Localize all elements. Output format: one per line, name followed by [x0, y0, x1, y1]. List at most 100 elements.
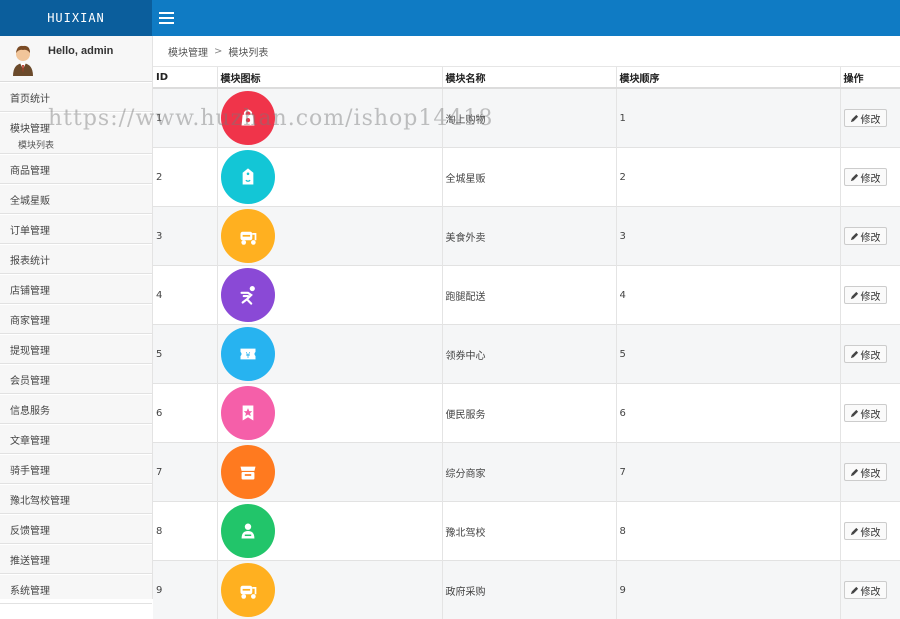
cell-name: 便民服务 — [442, 384, 616, 443]
sidebar-item[interactable]: 反馈管理 — [0, 514, 152, 544]
sidebar-item[interactable]: 商家管理 — [0, 304, 152, 334]
cell-order: 3 — [616, 207, 840, 266]
table-row: 9政府采购9修改 — [153, 561, 900, 619]
cell-icon — [217, 266, 442, 325]
shopping-bag-icon — [221, 91, 275, 145]
table-row: 2全城星贩2修改 — [153, 148, 900, 207]
menu-toggle-icon[interactable] — [159, 12, 174, 24]
edit-button-label: 修改 — [861, 465, 881, 480]
pencil-icon — [850, 468, 859, 477]
sidebar: Hello, admin 首页统计模块管理模块列表商品管理全城星贩订单管理报表统… — [0, 36, 153, 599]
sidebar-item[interactable]: 订单管理 — [0, 214, 152, 244]
store-icon — [221, 445, 275, 499]
module-table: ID 模块图标 模块名称 模块顺序 操作 1淘上购物1修改2全城星贩2修改3美食… — [153, 67, 900, 619]
cell-order: 1 — [616, 88, 840, 148]
pencil-icon — [850, 350, 859, 359]
star-bookmark-icon — [221, 386, 275, 440]
sidebar-item[interactable]: 提现管理 — [0, 334, 152, 364]
coupon-icon: ¥ — [221, 327, 275, 381]
cell-icon: ¥ — [217, 325, 442, 384]
cell-order: 4 — [616, 266, 840, 325]
sidebar-item[interactable]: 店铺管理 — [0, 274, 152, 304]
table-row: 5¥领券中心5修改 — [153, 325, 900, 384]
cell-id: 3 — [153, 207, 217, 266]
breadcrumb-parent[interactable]: 模块管理 — [168, 44, 208, 59]
price-tag-icon — [221, 150, 275, 204]
runner-icon — [221, 268, 275, 322]
edit-button[interactable]: 修改 — [844, 286, 887, 304]
pencil-icon — [850, 232, 859, 241]
header-icon: 模块图标 — [217, 67, 442, 88]
sidebar-item[interactable]: 系统管理 — [0, 574, 152, 604]
edit-button[interactable]: 修改 — [844, 404, 887, 422]
breadcrumb-current: 模块列表 — [228, 44, 268, 59]
sidebar-item[interactable]: 模块管理 — [0, 112, 152, 135]
cell-name: 政府采购 — [442, 561, 616, 619]
edit-button-label: 修改 — [861, 229, 881, 244]
sidebar-item[interactable]: 文章管理 — [0, 424, 152, 454]
cell-name: 跑腿配送 — [442, 266, 616, 325]
pencil-icon — [850, 291, 859, 300]
avatar — [10, 42, 36, 76]
table-header-row: ID 模块图标 模块名称 模块顺序 操作 — [153, 67, 900, 88]
cell-action: 修改 — [840, 443, 900, 502]
cell-action: 修改 — [840, 266, 900, 325]
cell-order: 7 — [616, 443, 840, 502]
cell-name: 全城星贩 — [442, 148, 616, 207]
cell-id: 2 — [153, 148, 217, 207]
pencil-icon — [850, 586, 859, 595]
edit-button[interactable]: 修改 — [844, 522, 887, 540]
breadcrumb: 模块管理 > 模块列表 — [153, 36, 900, 67]
header-order: 模块顺序 — [616, 67, 840, 88]
edit-button-label: 修改 — [861, 347, 881, 362]
sidebar-item[interactable]: 商品管理 — [0, 154, 152, 184]
cell-icon — [217, 148, 442, 207]
header-action: 操作 — [840, 67, 900, 88]
top-bar: HUIXIAN — [0, 0, 900, 36]
table-row: 8豫北驾校8修改 — [153, 502, 900, 561]
sidebar-nav: 首页统计模块管理模块列表商品管理全城星贩订单管理报表统计店铺管理商家管理提现管理… — [0, 82, 152, 604]
cell-icon — [217, 443, 442, 502]
edit-button[interactable]: 修改 — [844, 168, 887, 186]
breadcrumb-separator: > — [214, 46, 222, 57]
edit-button[interactable]: 修改 — [844, 109, 887, 127]
edit-button[interactable]: 修改 — [844, 463, 887, 481]
cell-id: 7 — [153, 443, 217, 502]
user-greeting: Hello, admin — [48, 45, 113, 57]
cell-icon — [217, 207, 442, 266]
sidebar-item[interactable]: 豫北驾校管理 — [0, 484, 152, 514]
sidebar-item[interactable]: 骑手管理 — [0, 454, 152, 484]
table-row: 6便民服务6修改 — [153, 384, 900, 443]
cell-action: 修改 — [840, 502, 900, 561]
cell-action: 修改 — [840, 148, 900, 207]
pencil-icon — [850, 173, 859, 182]
sidebar-item[interactable]: 信息服务 — [0, 394, 152, 424]
cell-order: 6 — [616, 384, 840, 443]
sidebar-item[interactable]: 全城星贩 — [0, 184, 152, 214]
pencil-icon — [850, 409, 859, 418]
edit-button-label: 修改 — [861, 111, 881, 126]
cell-action: 修改 — [840, 384, 900, 443]
cell-icon — [217, 502, 442, 561]
header-id: ID — [153, 67, 217, 88]
sidebar-item[interactable]: 首页统计 — [0, 82, 152, 112]
cell-id: 9 — [153, 561, 217, 619]
sidebar-subitem[interactable]: 模块列表 — [0, 135, 152, 154]
cell-name: 领券中心 — [442, 325, 616, 384]
sidebar-item[interactable]: 会员管理 — [0, 364, 152, 394]
sidebar-item[interactable]: 推送管理 — [0, 544, 152, 574]
edit-button-label: 修改 — [861, 288, 881, 303]
pencil-icon — [850, 114, 859, 123]
cell-order: 2 — [616, 148, 840, 207]
edit-button[interactable]: 修改 — [844, 227, 887, 245]
sidebar-item[interactable]: 报表统计 — [0, 244, 152, 274]
brand-logo[interactable]: HUIXIAN — [0, 0, 152, 36]
edit-button[interactable]: 修改 — [844, 581, 887, 599]
cell-name: 豫北驾校 — [442, 502, 616, 561]
cell-id: 6 — [153, 384, 217, 443]
edit-button[interactable]: 修改 — [844, 345, 887, 363]
user-panel: Hello, admin — [0, 36, 152, 82]
cell-id: 4 — [153, 266, 217, 325]
edit-button-label: 修改 — [861, 583, 881, 598]
table-row: 4跑腿配送4修改 — [153, 266, 900, 325]
